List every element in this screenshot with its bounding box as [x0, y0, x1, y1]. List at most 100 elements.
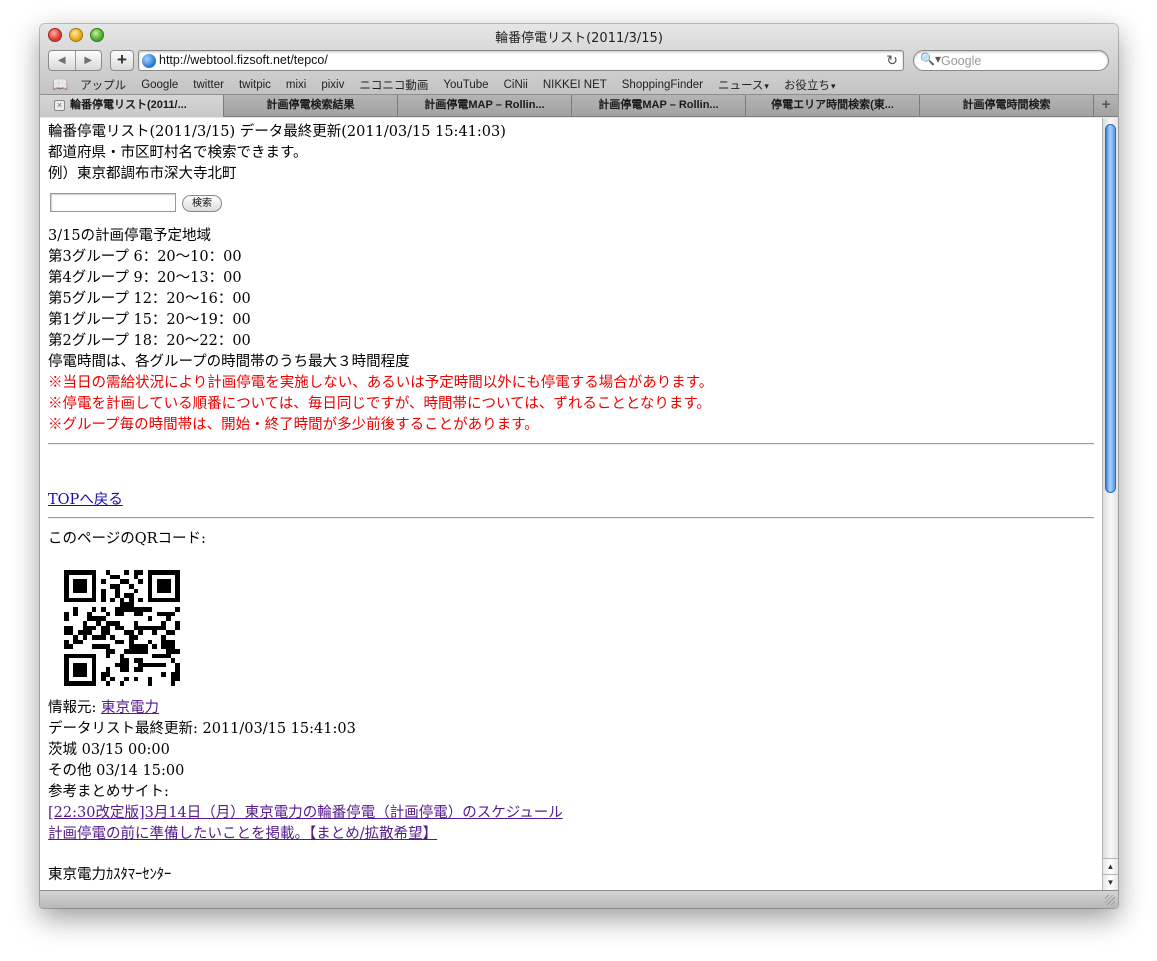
- add-bookmark-button[interactable]: +: [110, 50, 134, 71]
- page-title: 輪番停電リスト(2011/3/15) データ最終更新(2011/03/15 15…: [48, 124, 506, 140]
- bookmark-apple[interactable]: アップル: [80, 77, 126, 93]
- forward-button[interactable]: ▶: [74, 51, 102, 70]
- reference-label: 参考まとめサイト:: [48, 784, 169, 800]
- divider-2: [48, 517, 1094, 519]
- back-button[interactable]: ◀: [49, 51, 75, 70]
- qr-label: このページのQRコード:: [48, 531, 206, 547]
- bookmark-pixiv[interactable]: pixiv: [321, 79, 344, 91]
- page-content: 輪番停電リスト(2011/3/15) データ最終更新(2011/03/15 15…: [40, 118, 1102, 890]
- qr-module: [91, 681, 97, 686]
- qr-module: [77, 639, 83, 645]
- bookmark-twitter[interactable]: twitter: [193, 79, 224, 91]
- qr-module: [138, 630, 143, 635]
- bookmark-google[interactable]: Google: [141, 79, 178, 91]
- tab-blackout-map-2[interactable]: 計画停電MAP – Rollin...: [572, 95, 746, 117]
- qr-module: [110, 597, 116, 603]
- qr-module: [152, 644, 157, 649]
- reference-link-schedule[interactable]: [22:30改定版]3月14日（月）東京電力の輪番停電（計画停電）のスケジュール: [48, 803, 563, 823]
- qr-module: [101, 597, 106, 603]
- qr-module: [105, 681, 111, 686]
- tab-search-results[interactable]: 計画停電検索結果: [224, 95, 398, 117]
- tab-blackout-map-1[interactable]: 計画停電MAP – Rollin...: [398, 95, 572, 117]
- warning-1: ※当日の需給状況により計画停電を実施しない、あるいは予定時間以外にも停電する場合…: [48, 375, 714, 391]
- search-button[interactable]: 検索: [182, 195, 222, 212]
- history-nav: ◀ ▶: [48, 50, 102, 71]
- qr-module: [82, 634, 88, 640]
- bookmark-nikkei[interactable]: NIKKEI NET: [543, 79, 607, 91]
- tab-bar: × 輪番停電リスト(2011/... 計画停電検索結果 計画停電MAP – Ro…: [40, 95, 1118, 117]
- tepco-customer-center: 東京電力ｶｽﾀﾏｰｾﾝﾀｰ: [48, 867, 172, 883]
- bookmark-cinii[interactable]: CiNii: [504, 79, 528, 91]
- tab-time-search[interactable]: 計画停電時間検索: [920, 95, 1094, 117]
- vertical-scrollbar[interactable]: ▲ ▼: [1102, 118, 1118, 890]
- bookmark-menu-useful[interactable]: お役立ち: [784, 77, 836, 93]
- qr-module: [175, 597, 180, 603]
- browser-window: 輪番停電リスト(2011/3/15) ◀ ▶ + http://webtool.…: [40, 24, 1118, 908]
- scroll-down-arrow-icon[interactable]: ▼: [1103, 874, 1118, 890]
- globe-icon: [142, 54, 156, 68]
- qr-module: [105, 653, 111, 659]
- bookmark-mixi[interactable]: mixi: [286, 79, 306, 91]
- qr-module: [175, 648, 180, 654]
- tab-label: 輪番停電リスト(2011/...: [70, 99, 187, 111]
- tab-area-time-search[interactable]: 停電エリア時間検索(東...: [746, 95, 920, 117]
- qr-module: [101, 579, 106, 584]
- schedule-group-3: 第3グループ 6：20〜10：00: [48, 249, 242, 265]
- intro-text: 都道府県・市区町村名で検索できます。: [48, 145, 308, 161]
- qr-module: [161, 672, 167, 677]
- resize-grip-icon[interactable]: [1105, 895, 1115, 905]
- qr-module: [119, 639, 125, 645]
- area-search-input[interactable]: [50, 193, 176, 212]
- source-line: 情報元: 東京電力: [48, 698, 159, 718]
- bookmark-twitpic[interactable]: twitpic: [239, 79, 271, 91]
- qr-code-image: [64, 570, 180, 686]
- open-book-icon[interactable]: 📖: [52, 77, 68, 93]
- qr-module: [170, 681, 176, 686]
- qr-module: [82, 588, 88, 594]
- scroll-thumb[interactable]: [1105, 124, 1116, 493]
- tepco-link[interactable]: 東京電力: [101, 700, 159, 716]
- reload-icon[interactable]: ↻: [886, 52, 898, 69]
- qr-module: [110, 648, 116, 654]
- qr-module: [147, 607, 153, 612]
- ibaraki-update: 茨城 03/15 00:00: [48, 742, 170, 758]
- bookmarks-bar: 📖 アップル Google twitter twitpic mixi pixiv…: [52, 76, 1112, 94]
- top-link[interactable]: TOPへ戻る: [48, 490, 123, 510]
- qr-module: [105, 611, 111, 617]
- qr-module: [64, 616, 69, 622]
- bookmark-nicovideo[interactable]: ニコニコ動画: [359, 77, 428, 93]
- magnifier-icon[interactable]: 🔍▾: [920, 52, 941, 66]
- status-bar: [40, 890, 1118, 908]
- bookmark-youtube[interactable]: YouTube: [443, 79, 488, 91]
- bookmark-shoppingfinder[interactable]: ShoppingFinder: [622, 79, 703, 91]
- qr-module: [133, 588, 139, 594]
- qr-module: [142, 648, 148, 654]
- reference-link-preparation[interactable]: 計画停電の前に準備したいことを掲載。【まとめ/拡散希望】: [48, 824, 437, 844]
- address-bar[interactable]: http://webtool.fizsoft.net/tepco/ ↻: [138, 50, 904, 71]
- new-tab-button[interactable]: +: [1094, 95, 1118, 117]
- close-tab-icon[interactable]: ×: [54, 100, 65, 111]
- schedule-group-5: 第5グループ 12：20〜16：00: [48, 291, 251, 307]
- search-field[interactable]: 🔍▾ Google: [913, 50, 1109, 71]
- scroll-up-arrow-icon[interactable]: ▲: [1103, 858, 1118, 874]
- toolbar-area: 輪番停電リスト(2011/3/15) ◀ ▶ + http://webtool.…: [40, 24, 1118, 95]
- qr-module: [73, 611, 78, 617]
- qr-module: [138, 579, 143, 584]
- qr-module: [133, 634, 139, 640]
- qr-module: [175, 676, 180, 682]
- qr-module: [147, 681, 153, 686]
- qr-module: [101, 634, 106, 640]
- duration-note: 停電時間は、各グループの時間帯のうち最大３時間程度: [48, 354, 410, 370]
- tab-rolling-blackout-list[interactable]: × 輪番停電リスト(2011/...: [40, 95, 224, 117]
- qr-module: [133, 676, 139, 682]
- qr-module: [119, 681, 125, 686]
- qr-module: [161, 662, 167, 668]
- list-updated: データリスト最終更新: 2011/03/15 15:41:03: [48, 721, 356, 737]
- qr-module: [110, 676, 116, 682]
- source-label: 情報元:: [48, 700, 101, 716]
- bookmark-menu-news[interactable]: ニュース: [718, 77, 769, 93]
- qr-module: [82, 672, 88, 677]
- url-text[interactable]: http://webtool.fizsoft.net/tepco/: [159, 53, 328, 67]
- qr-module: [138, 667, 143, 673]
- warning-3: ※グループ毎の時間帯は、開始・終了時間が多少前後することがあります。: [48, 417, 539, 433]
